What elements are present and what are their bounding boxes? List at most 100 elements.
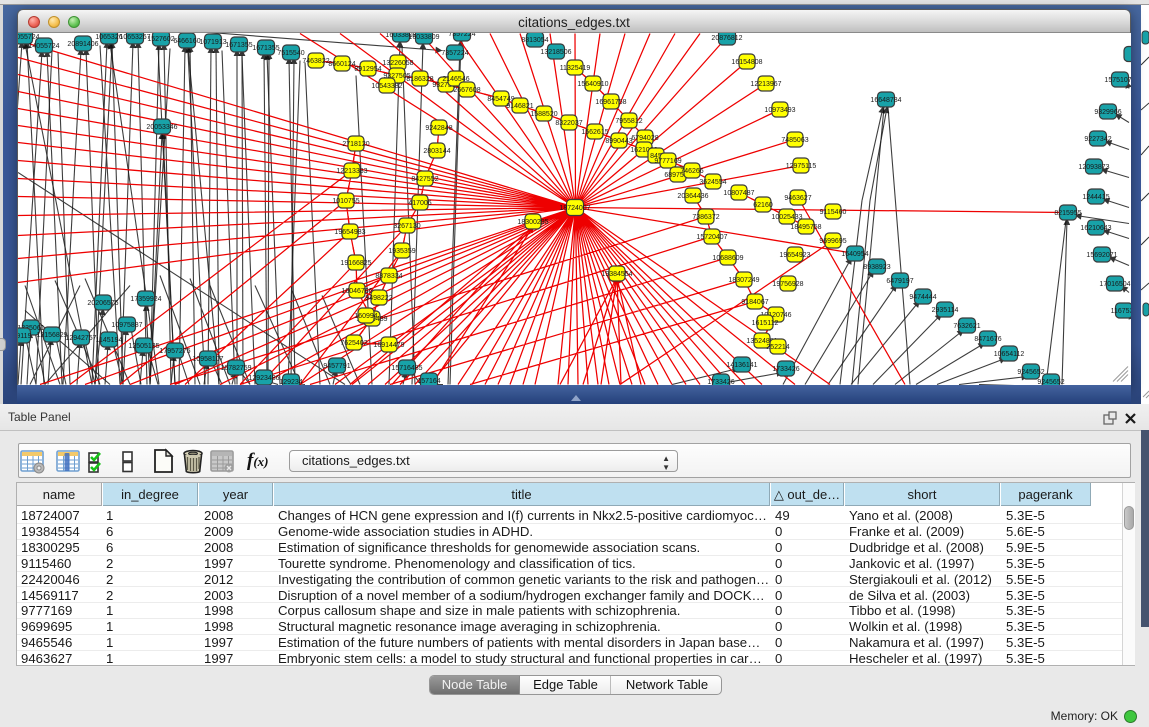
svg-text:16154808: 16154808 <box>731 59 762 66</box>
svg-text:12923486: 12923486 <box>248 375 279 382</box>
svg-text:8215955: 8215955 <box>1054 210 1081 217</box>
svg-text:20876812: 20876812 <box>711 35 742 42</box>
svg-text:9146821: 9146821 <box>506 103 533 110</box>
svg-text:417006: 417006 <box>408 200 431 207</box>
svg-text:1244415: 1244415 <box>1082 194 1109 201</box>
svg-text:1935359: 1935359 <box>388 248 415 255</box>
svg-text:1615112: 1615112 <box>752 320 779 327</box>
svg-text:17016504: 17016504 <box>1099 281 1130 288</box>
svg-text:9184067: 9184067 <box>741 299 768 306</box>
svg-text:12093873: 12093873 <box>1078 164 1109 171</box>
svg-text:8878334: 8878334 <box>375 273 402 280</box>
svg-text:12505135: 12505135 <box>128 343 159 350</box>
svg-text:7463822: 7463822 <box>302 58 329 65</box>
svg-text:18724007: 18724007 <box>559 205 590 212</box>
svg-text:16961758: 16961758 <box>595 99 626 106</box>
svg-text:19756928: 19756928 <box>772 281 803 288</box>
svg-text:3267130: 3267130 <box>393 223 420 230</box>
svg-text:9245652: 9245652 <box>1017 369 1044 376</box>
svg-text:9115460: 9115460 <box>820 209 847 216</box>
svg-text:9498222: 9498222 <box>365 295 392 302</box>
svg-text:20891406: 20891406 <box>67 41 98 48</box>
svg-text:20206576: 20206576 <box>87 300 118 307</box>
svg-text:7515540: 7515540 <box>277 50 304 57</box>
svg-text:8186328: 8186328 <box>406 76 433 83</box>
svg-text:7357224: 7357224 <box>441 50 468 57</box>
svg-text:12156829: 12156829 <box>36 332 67 339</box>
svg-text:8427552: 8427552 <box>411 176 438 183</box>
svg-text:19384554: 19384554 <box>601 271 632 278</box>
svg-text:129234: 129234 <box>279 379 302 385</box>
svg-text:9457791: 9457791 <box>323 363 350 370</box>
svg-text:8912954: 8912954 <box>354 66 381 73</box>
svg-text:9777169: 9777169 <box>654 158 681 165</box>
svg-text:9242848: 9242848 <box>425 125 452 132</box>
svg-text:12213967: 12213967 <box>750 81 781 88</box>
svg-text:2718120: 2718120 <box>342 141 369 148</box>
svg-text:17359924: 17359924 <box>130 296 161 303</box>
svg-text:8990443: 8990443 <box>605 138 632 145</box>
svg-text:1562615: 1562615 <box>581 129 608 136</box>
svg-text:12942757: 12942757 <box>65 335 96 342</box>
svg-text:1671355: 1671355 <box>252 45 279 52</box>
svg-text:12213383: 12213383 <box>336 168 367 175</box>
svg-text:6794028: 6794028 <box>631 135 658 142</box>
svg-text:8454749: 8454749 <box>487 96 514 103</box>
svg-text:10807487: 10807487 <box>723 190 754 197</box>
svg-text:10958107: 10958107 <box>192 356 223 363</box>
svg-text:16033809: 16033809 <box>408 34 439 41</box>
svg-text:10973493: 10973493 <box>764 107 795 114</box>
svg-text:1588520: 1588520 <box>530 111 557 118</box>
svg-text:2935114: 2935114 <box>932 307 959 314</box>
svg-text:19654923: 19654923 <box>779 252 810 259</box>
svg-text:1527602: 1527602 <box>147 36 174 43</box>
svg-text:8471676: 8471676 <box>974 336 1001 343</box>
svg-text:10654112: 10654112 <box>994 351 1025 358</box>
svg-text:7357224: 7357224 <box>448 33 475 38</box>
svg-text:10543382: 10543382 <box>371 83 402 90</box>
svg-text:8322037: 8322037 <box>555 120 582 127</box>
svg-text:18300295: 18300295 <box>517 219 548 226</box>
svg-text:62160: 62160 <box>753 202 773 209</box>
svg-text:16046766: 16046766 <box>341 288 372 295</box>
svg-text:1733426: 1733426 <box>707 379 734 385</box>
svg-text:19166825: 19166825 <box>340 260 371 267</box>
svg-text:8813054: 8813054 <box>521 37 548 44</box>
svg-text:1010755: 1010755 <box>332 198 359 205</box>
svg-text:10025433: 10025433 <box>771 214 802 221</box>
svg-text:15640910: 15640910 <box>577 81 608 88</box>
svg-text:7485063: 7485063 <box>781 137 808 144</box>
svg-text:10653267: 10653267 <box>119 34 150 41</box>
svg-text:7386372: 7386372 <box>692 214 719 221</box>
svg-text:157164: 157164 <box>417 378 440 385</box>
svg-text:252214: 252214 <box>766 344 789 351</box>
svg-text:11325419: 11325419 <box>560 65 591 72</box>
svg-text:12975115: 12975115 <box>786 163 817 170</box>
svg-text:1071913: 1071913 <box>199 39 226 46</box>
svg-text:2803144: 2803144 <box>423 148 450 155</box>
svg-text:9329966: 9329966 <box>1094 109 1121 116</box>
svg-text:9699695: 9699695 <box>819 238 846 245</box>
svg-text:15692071: 15692071 <box>1086 252 1117 259</box>
svg-text:15751074: 15751074 <box>1104 77 1131 84</box>
svg-text:13226058: 13226058 <box>382 60 413 67</box>
svg-text:9474444: 9474444 <box>909 294 936 301</box>
svg-text:7625402: 7625402 <box>340 340 367 347</box>
svg-text:7632621: 7632621 <box>953 323 980 330</box>
svg-text:2667608: 2667608 <box>453 87 480 94</box>
svg-text:9245652: 9245652 <box>1037 379 1064 385</box>
svg-text:20364436: 20364436 <box>677 193 708 200</box>
svg-text:20053346: 20053346 <box>146 124 177 131</box>
svg-text:15716485: 15716485 <box>391 365 422 372</box>
svg-text:8938923: 8938923 <box>863 264 890 271</box>
svg-text:1671355: 1671355 <box>225 42 252 49</box>
svg-text:14136141: 14136141 <box>726 362 757 369</box>
svg-text:1640954: 1640954 <box>841 251 868 258</box>
svg-text:10688609: 10688609 <box>712 255 743 262</box>
svg-text:39119: 39119 <box>18 333 32 340</box>
svg-text:6466160: 6466160 <box>173 38 200 45</box>
svg-text:13218506: 13218506 <box>540 49 571 56</box>
svg-text:14055724: 14055724 <box>28 43 59 50</box>
svg-text:160994: 160994 <box>354 313 377 320</box>
svg-text:19654983: 19654983 <box>334 229 365 236</box>
